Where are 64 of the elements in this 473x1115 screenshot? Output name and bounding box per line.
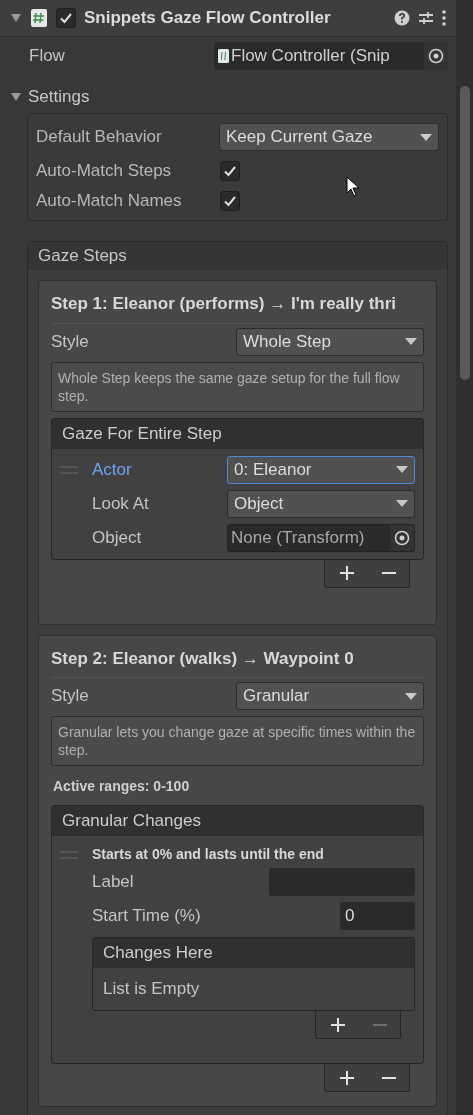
sliders-icon[interactable] — [418, 10, 434, 26]
scrollbar[interactable] — [456, 0, 473, 1115]
caret-icon — [405, 338, 417, 345]
object-value: None (Transform) — [231, 526, 365, 549]
field-label: Style — [51, 685, 89, 708]
dropdown[interactable]: 0: Eleanor — [227, 455, 415, 484]
list-header: Granular Changes — [52, 806, 423, 836]
caret-icon — [396, 500, 408, 507]
field-label: Object — [92, 526, 142, 549]
checkbox[interactable] — [56, 8, 76, 28]
object-field[interactable]: Flow Controller (Snip — [214, 42, 448, 70]
help-box: Granular lets you change gaze at specific times within the step. — [51, 716, 424, 766]
field-label: Actor — [92, 458, 132, 481]
field-label: Auto-Match Steps — [36, 160, 173, 183]
object-value: Flow Controller (Snip — [231, 45, 390, 68]
expanded-triangle-icon[interactable] — [10, 92, 22, 102]
dropdown-value: Whole Step — [243, 330, 331, 353]
active-ranges-text: Active ranges: 0-100 — [52, 777, 191, 796]
target-icon[interactable] — [428, 48, 444, 64]
target-icon[interactable] — [394, 529, 410, 546]
input-field[interactable]: 0 — [340, 902, 415, 930]
caret-icon — [420, 133, 432, 141]
object-field[interactable]: None (Transform) — [227, 523, 415, 552]
checkbox[interactable] — [220, 161, 240, 181]
list-header: Gaze Steps — [28, 242, 447, 270]
checkmark-icon — [223, 194, 237, 208]
expanded-triangle-icon[interactable] — [10, 13, 22, 23]
dropdown[interactable]: Object — [227, 489, 415, 518]
plus-icon[interactable] — [329, 1016, 346, 1033]
caret-icon — [405, 692, 417, 700]
help-icon[interactable] — [394, 10, 410, 26]
list-header: Changes Here — [93, 938, 414, 968]
step-title: Step 2: Eleanor (walks) → Waypoint 0 — [51, 645, 424, 678]
section-title[interactable]: Settings — [28, 84, 90, 110]
field-label: Style — [51, 330, 89, 353]
entry-title: Starts at 0% and lasts until the end — [92, 845, 324, 864]
caret-icon — [396, 466, 408, 473]
cursor-icon — [346, 176, 360, 198]
help-box: Whole Step keeps the same gaze setup for the full flow step. — [51, 361, 424, 412]
dropdown-value: Granular — [243, 685, 310, 708]
plus-icon[interactable] — [338, 1069, 355, 1086]
step-title: Step 1: Eleanor (performs) → I'm really thri — [51, 291, 424, 324]
field-label: Look At — [92, 492, 149, 515]
script-icon — [30, 8, 48, 28]
dropdown-value: Object — [234, 492, 284, 515]
field-label: Start Time (%) — [92, 905, 201, 928]
checkmark-icon — [59, 11, 73, 25]
dropdown-value: Keep Current Gaze — [226, 126, 373, 149]
list-header: Gaze For Entire Step — [52, 418, 423, 449]
field-label: Auto-Match Names — [36, 190, 183, 213]
plus-icon[interactable] — [338, 565, 355, 581]
dropdown[interactable]: Whole Step — [236, 327, 424, 356]
dropdown[interactable]: Keep Current Gaze — [219, 123, 439, 151]
component-title: Snippets Gaze Flow Controller — [84, 7, 331, 30]
checkbox[interactable] — [220, 191, 240, 211]
field-label: Flow — [29, 45, 65, 68]
dropdown-value: 0: Eleanor — [234, 458, 312, 481]
dropdown[interactable]: Granular — [236, 682, 424, 710]
empty-list-text: List is Empty — [102, 978, 201, 1001]
script-icon — [218, 49, 229, 63]
field-label: Default Behavior — [36, 126, 162, 149]
more-icon[interactable] — [442, 10, 446, 26]
checkmark-icon — [223, 164, 237, 178]
field-label: Label — [92, 871, 134, 894]
